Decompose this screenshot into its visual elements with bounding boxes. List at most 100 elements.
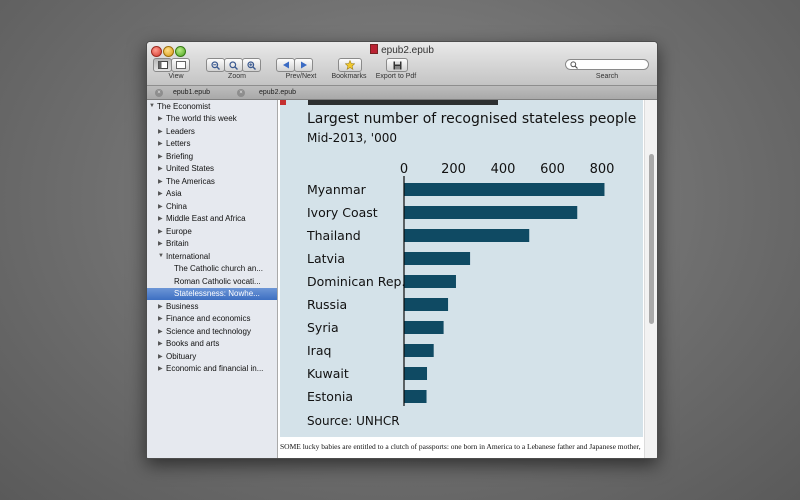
bookmarks-label: Bookmarks	[331, 73, 367, 80]
toc-item[interactable]: ▶ Britain	[147, 238, 277, 251]
disclosure-closed-icon[interactable]: ▶	[158, 340, 166, 347]
bar-chart: Largest number of recognised stateless p…	[280, 100, 636, 428]
bar	[404, 252, 471, 265]
prevnext-segmented-control	[276, 58, 313, 72]
toc-item-label: The Americas	[166, 176, 215, 186]
view-single-button[interactable]	[171, 58, 190, 72]
disclosure-closed-icon[interactable]: ▶	[158, 165, 166, 172]
window-title-text: epub2.epub	[381, 45, 434, 56]
disclosure-open-icon[interactable]: ▼	[149, 103, 157, 109]
toc-item[interactable]: The Catholic church an...	[147, 263, 277, 276]
toc-item[interactable]: ▶ China	[147, 200, 277, 213]
toc-item-label: Europe	[166, 226, 192, 236]
category-label: Russia	[307, 297, 347, 312]
toc-item[interactable]: Roman Catholic vocati...	[147, 275, 277, 288]
category-label: Latvia	[307, 251, 345, 266]
floppy-disk-icon	[393, 61, 401, 69]
toc-item-label: Roman Catholic vocati...	[174, 276, 261, 286]
zoom-actual-button[interactable]	[224, 58, 243, 72]
scrollbar-thumb[interactable]	[649, 154, 654, 324]
star-icon	[345, 60, 355, 70]
bar	[404, 275, 456, 288]
search-input[interactable]	[565, 59, 649, 70]
zoom-label: Zoom	[228, 73, 246, 80]
close-tab-icon[interactable]: ×	[155, 88, 163, 97]
toolbar: epub2.epub View Zoom Prev/Next Bookmarks…	[147, 42, 657, 86]
chart-source: Source: UNHCR	[307, 414, 400, 428]
toc-item-label: The Catholic church an...	[174, 264, 263, 274]
disclosure-closed-icon[interactable]: ▶	[158, 153, 166, 160]
zoom-in-button[interactable]	[242, 58, 261, 72]
disclosure-closed-icon[interactable]: ▶	[158, 240, 166, 247]
page-view-icon	[175, 61, 186, 69]
toc-item-label: Asia	[166, 189, 182, 199]
toc-item-label: Economic and financial in...	[166, 364, 264, 374]
toc-item[interactable]: ▶ Europe	[147, 225, 277, 238]
x-tick-label: 600	[540, 162, 565, 177]
toc-item[interactable]: ▼ International	[147, 250, 277, 263]
export-label: Export to Pdf	[375, 73, 417, 80]
prevnext-label: Prev/Next	[285, 73, 317, 80]
category-label: Myanmar	[307, 182, 367, 197]
toc-item-label: International	[166, 251, 211, 261]
chart-figure: Largest number of recognised stateless p…	[280, 100, 643, 437]
disclosure-closed-icon[interactable]: ▶	[158, 328, 166, 335]
view-sidebar-button[interactable]	[153, 58, 172, 72]
chart-title: Largest number of recognised stateless p…	[307, 111, 636, 127]
toc-item-label: Business	[166, 301, 199, 311]
tab-epub1[interactable]: × epub1.epub	[155, 86, 235, 99]
document-icon	[370, 44, 379, 54]
window-title: epub2.epub	[147, 44, 657, 56]
toc-item[interactable]: ▶ Asia	[147, 188, 277, 201]
bookmarks-button[interactable]	[338, 58, 362, 72]
disclosure-closed-icon[interactable]: ▶	[158, 190, 166, 197]
toc-item[interactable]: ▶ The Americas	[147, 175, 277, 188]
disclosure-closed-icon[interactable]: ▶	[158, 315, 166, 322]
toc-item[interactable]: ▶ Economic and financial in...	[147, 363, 277, 376]
toc-item[interactable]: ▶ Finance and economics	[147, 313, 277, 326]
reader-content: Largest number of recognised stateless p…	[278, 100, 657, 458]
toc-item-label: Briefing	[166, 151, 194, 161]
zoom-icon	[229, 60, 238, 70]
disclosure-closed-icon[interactable]: ▶	[158, 128, 166, 135]
toc-item[interactable]: ▶ Leaders	[147, 125, 277, 138]
toc-item[interactable]: ▶ Obituary	[147, 350, 277, 363]
next-page-button[interactable]	[294, 58, 313, 72]
disclosure-open-icon[interactable]: ▼	[158, 253, 166, 259]
disclosure-closed-icon[interactable]: ▶	[158, 215, 166, 222]
disclosure-closed-icon[interactable]: ▶	[158, 353, 166, 360]
bar	[404, 183, 605, 196]
disclosure-closed-icon[interactable]: ▶	[158, 303, 166, 310]
disclosure-closed-icon[interactable]: ▶	[158, 115, 166, 122]
bar	[404, 206, 578, 219]
vertical-scrollbar[interactable]	[644, 100, 657, 458]
category-label: Kuwait	[307, 366, 349, 381]
toc-item[interactable]: ▶ Business	[147, 300, 277, 313]
disclosure-closed-icon[interactable]: ▶	[158, 365, 166, 372]
tab-epub2[interactable]: × epub2.epub	[237, 86, 317, 99]
disclosure-closed-icon[interactable]: ▶	[158, 140, 166, 147]
toc-item[interactable]: ▶ Science and technology	[147, 325, 277, 338]
chart-subtitle: Mid-2013, '000	[307, 131, 397, 145]
toc-item[interactable]: ▶ United States	[147, 163, 277, 176]
export-pdf-button[interactable]	[386, 58, 408, 72]
zoom-out-button[interactable]	[206, 58, 225, 72]
x-tick-label: 800	[590, 162, 615, 177]
toc-item[interactable]: ▶ Middle East and Africa	[147, 213, 277, 226]
category-label: Syria	[307, 320, 339, 335]
arrow-left-icon	[282, 61, 289, 69]
toc-item-label: China	[166, 201, 187, 211]
previous-page-button[interactable]	[276, 58, 295, 72]
disclosure-closed-icon[interactable]: ▶	[158, 228, 166, 235]
toc-item[interactable]: ▶ Books and arts	[147, 338, 277, 351]
toc-item[interactable]: ▶ The world this week	[147, 113, 277, 126]
toc-item[interactable]: Statelessness: Nowhe...	[147, 287, 277, 300]
toc-item[interactable]: ▶ Letters	[147, 138, 277, 151]
toc-item[interactable]: ▶ Briefing	[147, 150, 277, 163]
toc-root[interactable]: ▼ The Economist	[147, 100, 277, 113]
disclosure-closed-icon[interactable]: ▶	[158, 178, 166, 185]
toc-item-label: Letters	[166, 139, 191, 149]
disclosure-closed-icon[interactable]: ▶	[158, 203, 166, 210]
view-segmented-control	[153, 58, 190, 72]
close-tab-icon[interactable]: ×	[237, 88, 245, 97]
